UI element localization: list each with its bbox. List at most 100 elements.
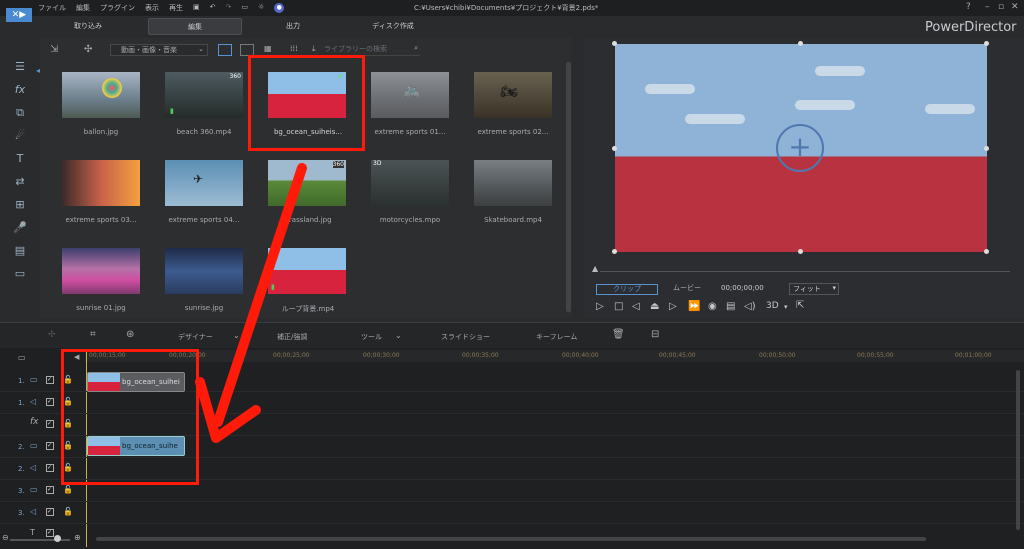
tab-movie[interactable]: ムービー [660, 284, 714, 295]
help-icon[interactable]: ? [966, 2, 971, 12]
resize-handle[interactable] [612, 249, 617, 254]
thumb-extreme02[interactable]: 🏍 [474, 72, 552, 118]
zoom-out-icon[interactable]: ⊖ [2, 533, 9, 542]
menu-plugin[interactable]: プラグイン [100, 3, 135, 13]
track-checkbox[interactable]: ✓ [46, 486, 54, 494]
lock-icon[interactable]: 🔓 [63, 507, 73, 516]
slideshow-button[interactable]: スライドショー [441, 332, 490, 342]
grid-icon[interactable]: ⁞⁞⁞ [290, 44, 298, 53]
crop-icon[interactable]: ⌗ [90, 329, 96, 340]
tab-edit[interactable]: 編集 [148, 18, 242, 35]
camera-icon[interactable]: ◉ [708, 301, 717, 312]
timeline-scrollbar[interactable] [96, 537, 926, 541]
close-icon[interactable]: ✕ [1011, 2, 1019, 12]
menu-view[interactable]: 表示 [145, 3, 159, 13]
track-checkbox[interactable]: ✓ [46, 529, 54, 537]
3d-dropdown-icon[interactable]: ▾ [784, 303, 788, 311]
maximize-icon[interactable]: ▫ [998, 2, 1004, 12]
subtitle-toggle-icon[interactable]: ▤ [726, 301, 735, 312]
tab-clip[interactable]: クリップ [596, 284, 658, 295]
resize-handle[interactable] [612, 146, 617, 151]
fx-room-icon[interactable]: fx [12, 83, 28, 99]
keyframe-button[interactable]: キーフレーム [536, 332, 577, 342]
zoom-slider[interactable] [10, 539, 70, 541]
thumb-ballon[interactable] [62, 72, 140, 118]
resize-handle[interactable] [984, 41, 989, 46]
prev-frame-icon[interactable]: ◁ [632, 301, 640, 312]
title-room-icon[interactable]: T [12, 152, 28, 168]
trash-icon[interactable]: 🗑 [612, 329, 625, 340]
stop-icon[interactable]: □ [614, 301, 623, 312]
transition-room-icon[interactable]: ⇄ [12, 175, 28, 191]
media-filter-select[interactable]: 動画・画像・音楽 ⌄ [110, 44, 208, 56]
seek-marker-icon[interactable]: ▲ [592, 264, 598, 273]
track-checkbox[interactable]: ✓ [46, 464, 54, 472]
thumb-extreme03[interactable] [62, 160, 140, 206]
menu-file[interactable]: ファイル [38, 3, 66, 13]
pip-room-icon[interactable]: ⧉ [12, 106, 28, 122]
view-icon-large[interactable] [218, 44, 232, 56]
resize-handle[interactable] [984, 249, 989, 254]
3d-mode-button[interactable]: 3D [766, 301, 779, 311]
play-icon[interactable]: ▷ [596, 301, 604, 312]
menu-play[interactable]: 再生 [169, 3, 183, 13]
save-icon[interactable]: ▣ [193, 3, 200, 13]
resize-handle[interactable] [984, 146, 989, 151]
zoom-select[interactable]: フィット ▾ [789, 283, 839, 295]
chapter-icon[interactable]: ▤ [12, 244, 28, 260]
subtitle-icon[interactable]: ▭ [12, 267, 28, 283]
seek-bar[interactable] [600, 271, 1010, 272]
track-checkbox[interactable]: ✓ [46, 376, 54, 384]
account-icon[interactable]: ● [274, 3, 285, 13]
fast-forward-icon[interactable]: ⏩ [688, 301, 700, 312]
resize-handle[interactable] [798, 249, 803, 254]
undo-icon[interactable]: ↶ [210, 3, 216, 13]
timecode[interactable]: 00;00;00;00 [721, 284, 764, 292]
sort-icon[interactable]: ⤓ [312, 44, 316, 54]
audio-mix-icon[interactable]: ⊞ [12, 198, 28, 214]
chevron-down-icon[interactable]: ⌄ [395, 331, 402, 340]
thumb-beach360[interactable]: 360 ▮ [165, 72, 243, 118]
timeline-vscroll[interactable] [1016, 370, 1020, 530]
lock-icon[interactable]: 🔓 [63, 485, 73, 494]
zoom-in-icon[interactable]: ⊕ [74, 533, 81, 542]
settings-icon[interactable]: ☼ [258, 3, 264, 13]
thumb-skateboard[interactable] [474, 160, 552, 206]
track-checkbox[interactable]: ✓ [46, 398, 54, 406]
particle-room-icon[interactable]: ☄ [12, 129, 28, 145]
undock-icon[interactable]: ⇱ [796, 300, 804, 311]
next-frame-icon[interactable]: ▷ [669, 301, 677, 312]
render-icon[interactable]: ⊟ [651, 329, 659, 340]
tab-capture[interactable]: 取り込み [38, 18, 138, 35]
snapshot-marker-icon[interactable]: ⏏ [650, 301, 659, 312]
track-manager-icon[interactable]: ▭ [18, 353, 26, 362]
minimize-icon[interactable]: – [985, 2, 990, 12]
view-icon-small[interactable]: ▦ [264, 44, 272, 53]
media-room-icon[interactable]: ☰ [12, 60, 28, 76]
annotation-arrow [195, 163, 307, 443]
center-crosshair-icon[interactable]: + [776, 124, 824, 172]
thumb-extreme01[interactable]: 🚲 [371, 72, 449, 118]
zoom-slider-thumb[interactable] [54, 535, 61, 542]
import-icon[interactable]: ⇲ [50, 44, 58, 55]
fix-enhance-icon[interactable]: ⊛ [126, 329, 134, 340]
voiceover-icon[interactable]: 🎤 [12, 221, 28, 237]
redo-icon[interactable]: ↷ [226, 3, 232, 13]
battery-icon[interactable]: ▭ [241, 3, 248, 13]
plugin-icon[interactable]: ✣ [84, 44, 92, 55]
volume-icon[interactable]: ◁) [744, 301, 756, 312]
thumb-motorcycles[interactable]: 3D [371, 160, 449, 206]
track-checkbox[interactable]: ✓ [46, 442, 54, 450]
tab-produce[interactable]: 出力 [248, 18, 338, 35]
library-scrollbar[interactable] [566, 62, 571, 312]
tools-button[interactable]: ツール [361, 332, 382, 342]
resize-handle[interactable] [798, 41, 803, 46]
track-checkbox[interactable]: ✓ [46, 508, 54, 516]
thumb-label: sunrise 01.jpg [76, 304, 126, 312]
resize-handle[interactable] [612, 41, 617, 46]
thumb-sunrise01[interactable] [62, 248, 140, 294]
track-checkbox[interactable]: ✓ [46, 420, 54, 428]
menu-edit[interactable]: 編集 [76, 3, 90, 13]
arrange-icon[interactable]: ✣ [48, 330, 56, 340]
tab-disc[interactable]: ディスク作成 [348, 18, 438, 35]
